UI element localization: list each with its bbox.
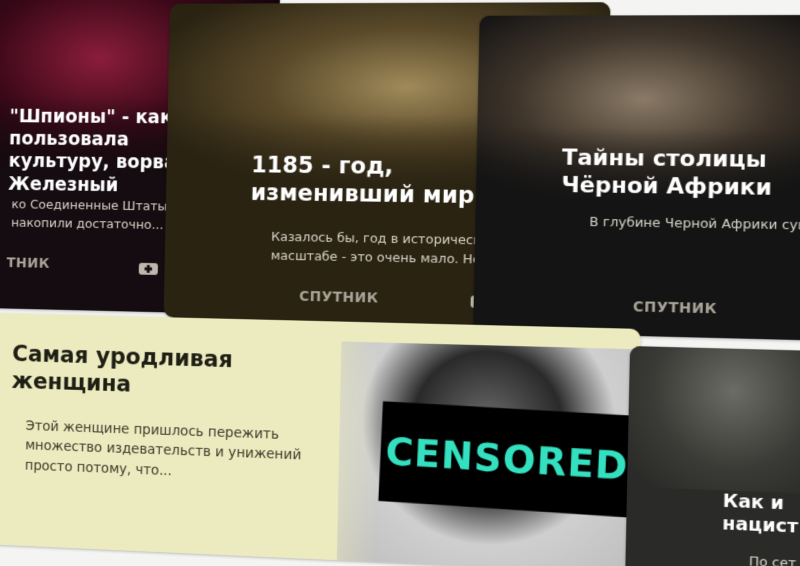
card-description: По сет <box>748 554 797 566</box>
article-card-ugly-woman[interactable]: CENSORED Самая уродливая женщина Этой же… <box>0 312 641 566</box>
card-source[interactable]: СПУТНИК <box>633 299 718 317</box>
article-card-africa[interactable]: Тайны столицы Чёрной Африки В глубине Че… <box>473 14 800 342</box>
card-source[interactable]: СПУТНИК <box>299 289 379 307</box>
censored-label: CENSORED <box>384 429 630 489</box>
feed-viewport: "Шпионы" - как пользовала культуру, ворв… <box>0 0 800 566</box>
article-card-nazi[interactable]: Как и нацист По сет <box>625 346 800 566</box>
card-source[interactable]: ТНИК <box>6 255 50 271</box>
card-description: Этой женщине пришлось пережить множество… <box>24 418 302 479</box>
plus-folder-icon[interactable] <box>138 260 159 276</box>
card-description: В глубине Черной Африки сущ город, котор… <box>589 214 800 241</box>
card-title[interactable]: Самая уродливая женщина <box>11 341 317 405</box>
censored-overlay: CENSORED <box>378 401 637 518</box>
card-title[interactable]: Как и нацист <box>722 490 800 540</box>
feed-grid: "Шпионы" - как пользовала культуру, ворв… <box>0 0 800 566</box>
card-image <box>627 346 800 495</box>
card-title[interactable]: Тайны столицы Чёрной Африки <box>561 145 800 203</box>
